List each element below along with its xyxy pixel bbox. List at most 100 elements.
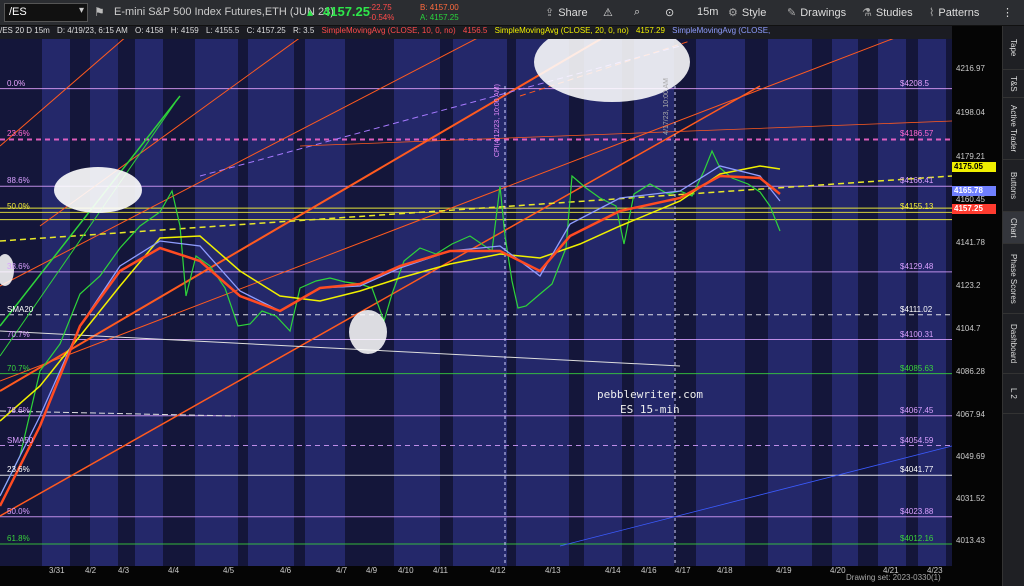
- studies-button[interactable]: ⚗ Studies: [862, 6, 913, 19]
- chart-plot-area[interactable]: $4208.5 0.0% $4186.57 23.6% $4166.41 88.6% $41…: [0, 26, 952, 566]
- fib-level-pct: 23.6%: [7, 465, 30, 475]
- price-tick: 4198.04: [956, 107, 985, 117]
- price-tick: 4216.97: [956, 64, 985, 73]
- more-icon[interactable]: ⋮: [1002, 6, 1013, 19]
- sidebar-tab-label: Phase Scores: [1009, 253, 1018, 304]
- fib-level-price: $4208.5: [900, 78, 929, 88]
- bar-high: H: 4159: [170, 26, 199, 35]
- time-tick: 4/5: [223, 566, 235, 575]
- sidebar-tab-active-trader[interactable]: Active Trader: [1003, 98, 1024, 160]
- sidebar-tab-l-2[interactable]: L 2: [1003, 374, 1024, 414]
- bid-ask: B: 4157.00 A: 4157.25: [420, 3, 459, 23]
- price-tick: 4086.28: [956, 367, 985, 377]
- alert-icon[interactable]: ⚠: [603, 6, 613, 19]
- price-badge: 4165.78: [952, 186, 996, 196]
- flag-icon[interactable]: ⚑: [94, 5, 105, 19]
- trend-line: [0, 26, 502, 287]
- instrument-name: E-mini S&P 500 Index Futures,ETH (JUN 23…: [114, 6, 334, 18]
- bar-date: D: 4/19/23, 6:15 AM: [57, 26, 128, 35]
- price-tick: 4123.2: [956, 281, 981, 291]
- sidebar-tab-label: L 2: [1009, 388, 1018, 399]
- fib-level-pct: 38.6%: [7, 261, 30, 271]
- time-tick: 4/17: [675, 566, 691, 575]
- sidebar-tab-dashboard[interactable]: Dashboard: [1003, 314, 1024, 374]
- right-sidebar: Tape T&S Active Trader Buttons Chart Phase Sc…: [1002, 26, 1024, 586]
- fib-level-price: $4041.77: [900, 465, 934, 475]
- sidebar-tab-t-s[interactable]: T&S: [1003, 70, 1024, 98]
- fib-level-pct: 70.7%: [7, 329, 30, 339]
- change-box: -22.75 -0.54%: [369, 3, 394, 23]
- drawings-button[interactable]: ✎ Drawings: [787, 6, 846, 19]
- fib-level-price: $4155.13: [900, 202, 934, 212]
- sidebar-tab-phase-scores[interactable]: Phase Scores: [1003, 244, 1024, 314]
- price-tick: 4067.94: [956, 409, 985, 419]
- sma10-value: 4156.5: [462, 26, 488, 35]
- sma20-value: 4157.29: [635, 26, 665, 35]
- bar-low: L: 4155.5: [205, 26, 240, 35]
- gear-icon: ⚙: [728, 7, 738, 19]
- ask-price: A: 4157.25: [420, 13, 459, 22]
- time-tick: 4/14: [605, 566, 621, 575]
- sma10-study[interactable]: SimpleMovingAvg (CLOSE, 10, 0, no): [322, 26, 456, 35]
- pct-change: -0.54%: [369, 13, 395, 22]
- bar-open: O: 4158: [135, 26, 164, 35]
- time-tick: 4/6: [280, 566, 292, 575]
- price-axis[interactable]: 4216.97 4198.04 4179.21 4160.45 4141.78 4123.…: [952, 26, 1002, 566]
- time-tick: 4/2: [85, 566, 97, 575]
- fib-level-price: $4166.41: [900, 176, 934, 186]
- sma30-study[interactable]: SimpleMovingAvg (CLOSE,: [672, 26, 770, 35]
- bar-close: C: 4157.25: [246, 26, 286, 35]
- sidebar-tab-label: Buttons: [1009, 171, 1018, 200]
- style-button[interactable]: ⚙ Style: [728, 6, 766, 19]
- highlight-ellipse: [54, 167, 142, 213]
- up-arrow-icon: ▴: [307, 5, 314, 19]
- sidebar-tab-label: Dashboard: [1009, 323, 1018, 364]
- bar-range: R: 3.5: [292, 26, 315, 35]
- symbol-input[interactable]: /ES ▾: [4, 3, 88, 22]
- sma20-study[interactable]: SimpleMovingAvg (CLOSE, 20, 0, no): [495, 26, 629, 35]
- search-icon[interactable]: ⌕: [634, 6, 640, 19]
- symbol-text: /ES: [9, 6, 27, 18]
- sma30-line: [0, 165, 781, 497]
- event-label-4-17: 4/17/23, 10:00 AM: [663, 78, 670, 135]
- trend-line: [559, 445, 952, 547]
- drawing-set-label[interactable]: Drawing set: 2023-0330(1): [846, 573, 941, 582]
- patterns-button[interactable]: ⌇ Patterns: [929, 6, 979, 19]
- time-tick: 4/10: [398, 566, 414, 575]
- sidebar-tab-buttons[interactable]: Buttons: [1003, 160, 1024, 212]
- fib-level-pct: 78.6%: [7, 405, 30, 415]
- sidebar-tab-tape[interactable]: Tape: [1003, 26, 1024, 70]
- fib-level-price: $4023.88: [900, 506, 934, 516]
- sidebar-tab-chart[interactable]: Chart: [1003, 212, 1024, 244]
- time-tick: 4/7: [336, 566, 348, 575]
- price-tick: 4049.69: [956, 451, 985, 461]
- trend-line: [0, 85, 761, 517]
- watermark-site: pebblewriter.com: [597, 388, 703, 401]
- fib-level-pct: 61.8%: [7, 533, 30, 543]
- fib-level-price: $4012.16: [900, 533, 934, 543]
- net-change: -22.75: [369, 3, 392, 12]
- share-icon: ⇪: [545, 7, 555, 19]
- trend-line: [0, 102, 176, 357]
- highlight-ellipse: [349, 310, 387, 354]
- price-tick: 4179.21: [956, 151, 985, 161]
- magnify-icon[interactable]: ⊙: [665, 6, 674, 19]
- chevron-down-icon[interactable]: ▾: [79, 5, 84, 16]
- price-tick: 4160.45: [956, 195, 985, 205]
- interval-button[interactable]: 15m: [697, 6, 718, 18]
- fib-level-pct: 50.0%: [7, 202, 30, 212]
- time-tick: 4/3: [118, 566, 130, 575]
- time-tick: 4/11: [433, 566, 448, 575]
- time-tick: 4/13: [545, 566, 561, 575]
- share-button[interactable]: ⇪ Share: [545, 6, 588, 19]
- fib-level-price: $4067.45: [900, 405, 934, 415]
- trend-line: [0, 26, 928, 382]
- bid-price: B: 4157.00: [420, 3, 459, 12]
- chart-canvas[interactable]: [0, 26, 952, 566]
- fib-level-price: $4100.31: [900, 329, 934, 339]
- chart-desc: /ES 20 D 15m: [0, 26, 50, 35]
- sidebar-tab-label: Chart: [1009, 217, 1018, 238]
- trend-line: [299, 120, 952, 147]
- time-tick: 4/16: [641, 566, 657, 575]
- sidebar-tab-label: Active Trader: [1009, 104, 1018, 153]
